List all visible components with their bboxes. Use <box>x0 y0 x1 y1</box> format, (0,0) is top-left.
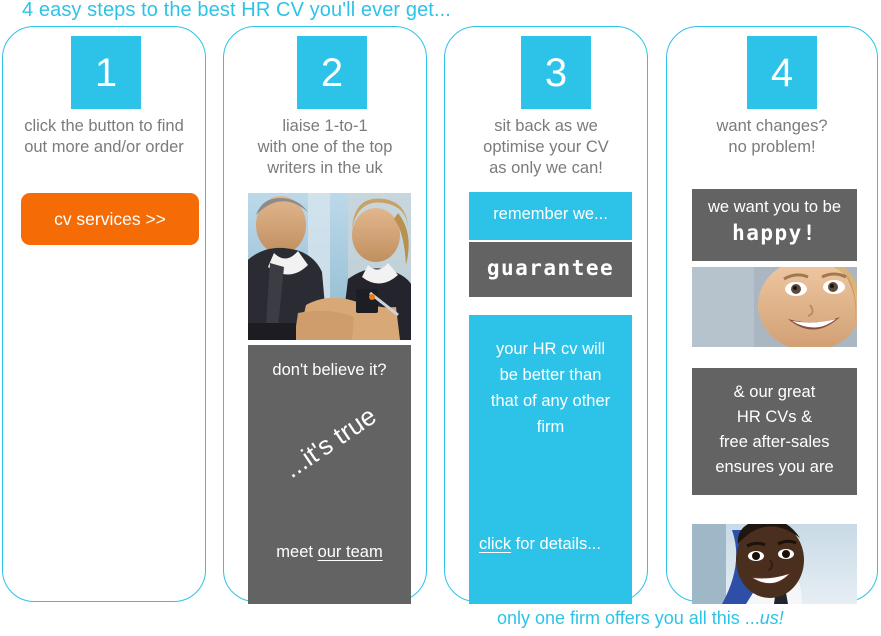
step-number-1: 1 <box>71 36 141 109</box>
step-caption-2: liaise 1-to-1 with one of the top writer… <box>257 117 393 177</box>
remember-we-panel: remember we... <box>469 192 632 240</box>
hr-cv-better-text: your HR cv will be better than that of a… <box>490 340 611 436</box>
our-great-hr-cvs-panel: & our great HR CVs & free after-sales en… <box>692 368 857 495</box>
our-great-hr-cvs-text: & our great HR CVs & free after-sales en… <box>715 383 834 476</box>
we-want-you-to-be-text: we want you to be <box>708 198 841 216</box>
step-card-2: 2 liaise 1-to-1 with one of the top writ… <box>223 26 427 604</box>
steps-container: 1 click the button to find out more and/… <box>0 26 881 604</box>
dont-believe-it-text: don't believe it? <box>272 361 387 379</box>
guarantee-text: guarantee <box>486 256 615 280</box>
step-number-4: 4 <box>747 36 817 109</box>
smiling-woman-photo <box>692 267 857 347</box>
step-number-2: 2 <box>297 36 367 109</box>
click-link[interactable]: click <box>479 535 511 553</box>
happy-text: happy! <box>732 221 817 245</box>
step-caption-1: click the button to find out more and/or… <box>24 117 184 156</box>
page-headline: 4 easy steps to the best HR CV you'll ev… <box>22 0 451 21</box>
page-footer: only one firm offers you all this ...us! <box>497 608 784 629</box>
our-team-link[interactable]: our team <box>318 543 383 561</box>
two-business-people-photo <box>248 193 411 340</box>
guarantee-panel: guarantee <box>469 242 632 297</box>
smiling-man-photo <box>692 524 857 604</box>
step2-dark-panel: don't believe it? ...it's true meet our … <box>248 345 411 604</box>
step-card-4: 4 want changes? no problem! we want you … <box>666 26 878 604</box>
step-caption-3: sit back as we optimise your CV as only … <box>483 117 609 177</box>
we-want-you-happy-panel: we want you to be happy! <box>692 189 857 261</box>
click-for-details-line: click for details... <box>479 535 622 554</box>
step-caption-4: want changes? no problem! <box>716 117 828 156</box>
its-true-text: ...it's true <box>277 400 382 484</box>
meet-prefix: meet <box>276 543 318 561</box>
meet-our-team-line: meet our team <box>248 543 411 562</box>
step-number-3: 3 <box>521 36 591 109</box>
footer-emphasis: us! <box>759 608 784 628</box>
for-details-suffix: for details... <box>511 535 601 553</box>
footer-text: only one firm offers you all this ... <box>497 608 760 628</box>
remember-we-text: remember we... <box>493 205 608 223</box>
cv-services-button[interactable]: cv services >> <box>21 193 199 245</box>
step-card-1: 1 click the button to find out more and/… <box>2 26 206 602</box>
hr-cv-better-panel: your HR cv will be better than that of a… <box>469 315 632 604</box>
step-card-3: 3 sit back as we optimise your CV as onl… <box>444 26 648 604</box>
